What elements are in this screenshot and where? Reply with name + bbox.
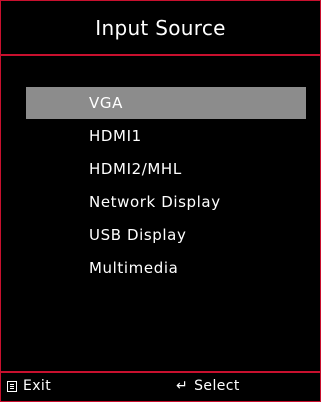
source-item-network-display[interactable]: Network Display <box>26 186 306 218</box>
footer-hints: Exit ↵ Select <box>1 373 320 401</box>
title-divider <box>1 54 320 56</box>
select-hint[interactable]: ↵ Select <box>176 378 240 394</box>
select-label: Select <box>194 378 240 394</box>
input-source-list: VGA HDMI1 HDMI2/MHL Network Display USB … <box>26 87 306 285</box>
source-item-vga[interactable]: VGA <box>26 87 306 119</box>
source-item-usb-display[interactable]: USB Display <box>26 219 306 251</box>
source-item-hdmi2-mhl[interactable]: HDMI2/MHL <box>26 153 306 185</box>
menu-icon <box>7 380 17 392</box>
input-source-panel: Input Source VGA HDMI1 HDMI2/MHL Network… <box>0 0 321 402</box>
source-item-hdmi1[interactable]: HDMI1 <box>26 120 306 152</box>
enter-arrow-icon: ↵ <box>176 378 189 394</box>
exit-label: Exit <box>23 378 52 394</box>
source-item-multimedia[interactable]: Multimedia <box>26 252 306 284</box>
exit-hint[interactable]: Exit <box>7 378 51 394</box>
panel-title: Input Source <box>95 15 226 40</box>
